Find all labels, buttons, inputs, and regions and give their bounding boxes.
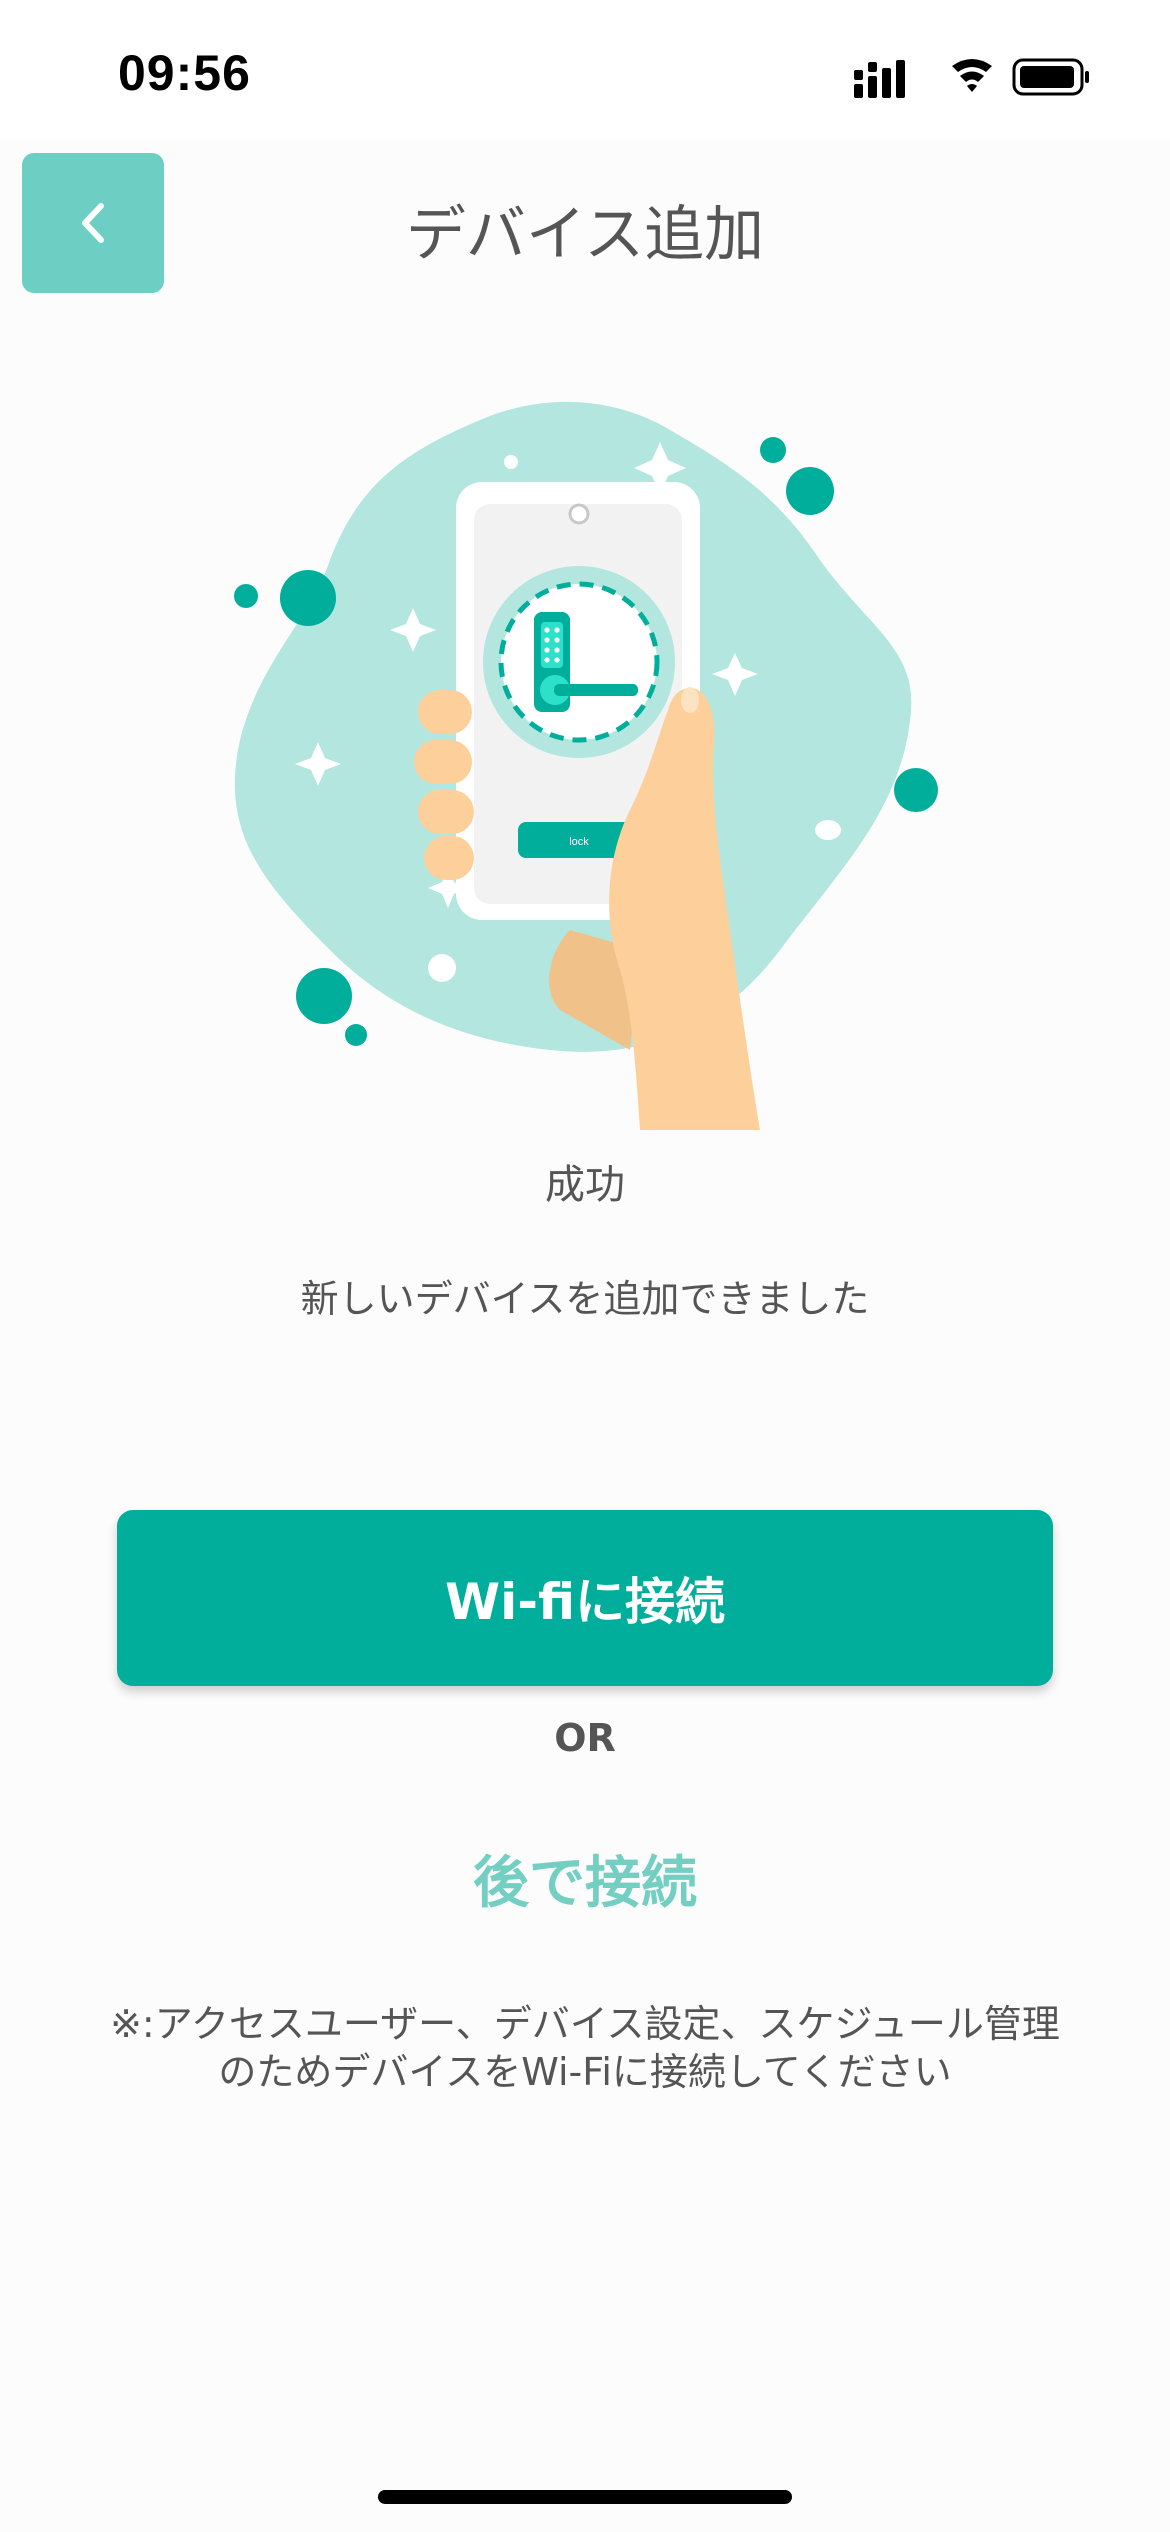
connect-wifi-label: Wi-fiに接続 <box>444 1573 726 1631</box>
success-message: 新しいデバイスを追加できました <box>300 1277 870 1321</box>
lock-button-label: lock <box>569 836 589 848</box>
wifi-note-line1: ※:アクセスユーザー、デバイス設定、スケジュール管理 <box>110 2002 1060 2046</box>
or-divider-label: OR <box>554 1716 616 1760</box>
connect-later-link[interactable]: 後で接続 <box>0 1838 1170 1919</box>
status-time: 09:56 <box>118 45 251 101</box>
page-title: デバイス追加 <box>405 200 765 270</box>
status-bar: 09:56 <box>0 0 1170 140</box>
nav-bar: デバイス追加 <box>0 140 1170 310</box>
success-illustration: lock <box>234 401 938 1130</box>
connect-wifi-button[interactable]: Wi-fiに接続 <box>117 1510 1053 1686</box>
wifi-note: ※:アクセスユーザー、デバイス設定、スケジュール管理 のためデバイスをWi-Fi… <box>40 2000 1130 2096</box>
success-title: 成功 <box>545 1162 625 1208</box>
home-indicator[interactable] <box>378 2490 792 2504</box>
wifi-icon <box>952 59 992 92</box>
status-icons <box>854 58 1089 98</box>
battery-icon <box>1012 58 1089 96</box>
signal-icon <box>854 60 905 98</box>
wifi-note-line2: のためデバイスをWi-Fiに接続してください <box>218 2050 952 2094</box>
